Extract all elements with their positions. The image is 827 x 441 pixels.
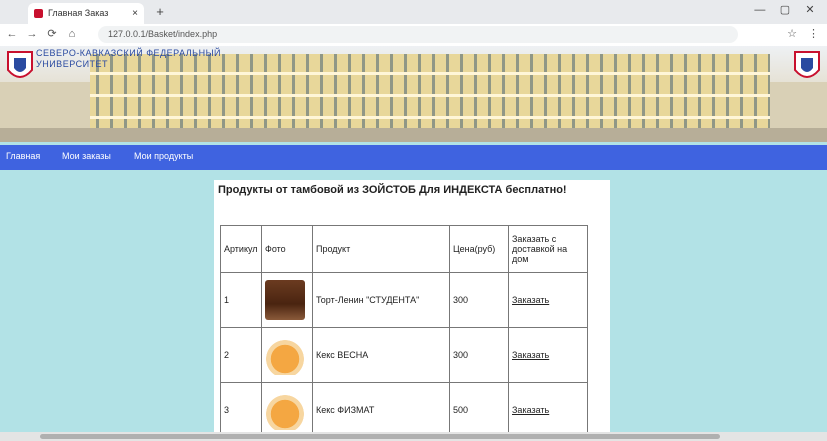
menu-item-my-orders[interactable]: Мои заказы [62, 151, 111, 161]
toolbar-right-icons: ☆ ⋮ [779, 27, 819, 40]
browser-tab[interactable]: Главная Заказ × [28, 3, 144, 24]
column-header-order: Заказать с доставкой на дом [508, 225, 588, 273]
star-icon[interactable]: ☆ [787, 28, 797, 40]
price-cell: 300 [449, 272, 509, 328]
maximize-icon[interactable]: ▢ [774, 3, 796, 16]
order-link[interactable]: Заказать [512, 350, 549, 360]
tab-title: Главная Заказ [48, 8, 109, 18]
order-cell: Заказать [508, 272, 588, 328]
column-header-photo: Фото [261, 225, 313, 273]
product-photo [265, 390, 305, 430]
photo-cell [261, 327, 313, 383]
products-table: Артикул Фото Продукт Цена(руб) Заказать … [220, 225, 588, 438]
photo-cell [261, 382, 313, 438]
page-heading: Продукты от тамбовой из ЗОЙСТОБ Для ИНДЕ… [218, 184, 567, 196]
university-logo-right-icon [794, 51, 820, 78]
tab-close-icon[interactable]: × [132, 3, 138, 24]
order-link[interactable]: Заказать [512, 295, 549, 305]
university-name: СЕВЕРО-КАВКАЗСКИЙ ФЕДЕРАЛЬНЫЙ УНИВЕРСИТЕ… [36, 48, 222, 69]
table-header-row: Артикул Фото Продукт Цена(руб) Заказать … [220, 225, 588, 273]
product-photo [265, 280, 305, 320]
browser-tab-bar: Главная Заказ × + — ▢ ✕ [0, 0, 827, 24]
reload-icon[interactable]: ⟳ [44, 26, 60, 42]
column-header-product: Продукт [312, 225, 450, 273]
new-tab-button[interactable]: + [151, 3, 169, 21]
product-cell: Кекс ВЕСНА [312, 327, 450, 383]
site-favicon-icon [34, 9, 43, 18]
price-cell: 300 [449, 327, 509, 383]
price-cell: 500 [449, 382, 509, 438]
content-panel: Продукты от тамбовой из ЗОЙСТОБ Для ИНДЕ… [214, 180, 610, 441]
address-bar[interactable]: 127.0.0.1/Basket/index.php [98, 26, 738, 43]
menu-item-home[interactable]: Главная [6, 151, 40, 161]
menu-item-my-products[interactable]: Мои продукты [134, 151, 193, 161]
article-cell: 2 [220, 327, 262, 383]
scrollbar-thumb[interactable] [40, 434, 720, 439]
article-cell: 3 [220, 382, 262, 438]
extensions-icon[interactable]: ⋮ [808, 28, 819, 40]
column-header-article: Артикул [220, 225, 262, 273]
window-controls: — ▢ ✕ [749, 3, 821, 16]
product-cell: Кекс ФИЗМАТ [312, 382, 450, 438]
order-cell: Заказать [508, 327, 588, 383]
main-menu: Главная Мои заказы Мои продукты [0, 145, 827, 170]
order-cell: Заказать [508, 382, 588, 438]
product-photo [265, 335, 305, 375]
table-row: 1 Торт-Ленин "СТУДЕНТА" 300 Заказать [220, 272, 588, 328]
close-window-icon[interactable]: ✕ [799, 3, 821, 16]
home-icon[interactable]: ⌂ [64, 26, 80, 42]
product-cell: Торт-Ленин "СТУДЕНТА" [312, 272, 450, 328]
minimize-icon[interactable]: — [749, 4, 771, 16]
forward-icon[interactable]: → [24, 26, 40, 42]
table-row: 3 Кекс ФИЗМАТ 500 Заказать [220, 382, 588, 438]
site-banner: СЕВЕРО-КАВКАЗСКИЙ ФЕДЕРАЛЬНЫЙ УНИВЕРСИТЕ… [0, 46, 827, 142]
table-row: 2 Кекс ВЕСНА 300 Заказать [220, 327, 588, 383]
order-link[interactable]: Заказать [512, 405, 549, 415]
back-icon[interactable]: ← [4, 26, 20, 42]
photo-cell [261, 272, 313, 328]
article-cell: 1 [220, 272, 262, 328]
browser-toolbar: ← → ⟳ ⌂ 127.0.0.1/Basket/index.php ☆ ⋮ [0, 24, 827, 47]
university-logo-icon [7, 51, 33, 78]
banner-ground [0, 128, 827, 142]
column-header-price: Цена(руб) [449, 225, 509, 273]
